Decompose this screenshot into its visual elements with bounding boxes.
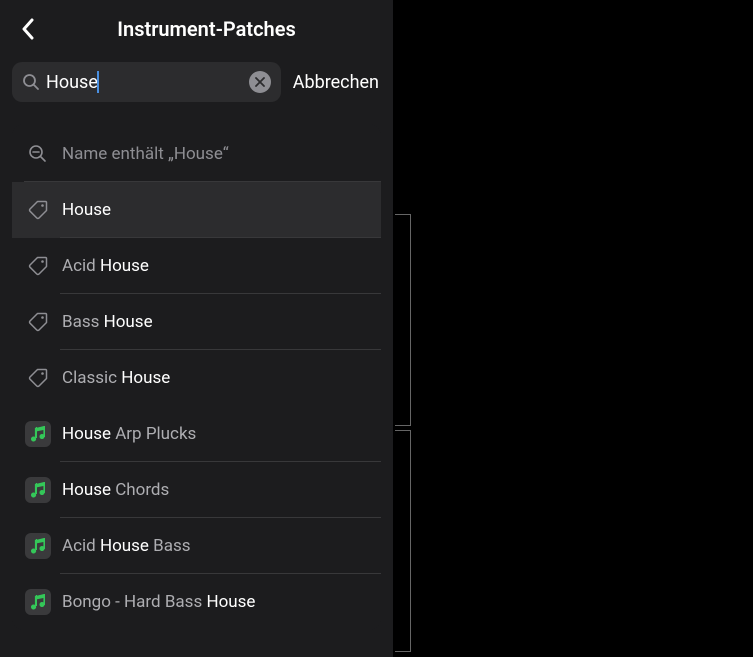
search-field-container[interactable]: House — [12, 62, 281, 102]
patch-result-item[interactable]: House Arp Plucks — [12, 406, 381, 462]
tag-icon — [24, 308, 52, 336]
results-list: Name enthält „House“ House Acid House — [12, 124, 381, 630]
search-input[interactable]: House — [46, 72, 98, 93]
results-container: Name enthält „House“ House Acid House — [0, 114, 393, 640]
music-patch-icon — [24, 588, 52, 616]
result-label: Classic House — [62, 368, 170, 388]
patch-result-item[interactable]: House Chords — [12, 462, 381, 518]
music-patch-icon — [24, 476, 52, 504]
tag-icon — [24, 196, 52, 224]
zoom-out-icon — [24, 140, 52, 168]
search-row: House Abbrechen — [0, 54, 393, 114]
result-label: Bass House — [62, 312, 153, 332]
tag-result-item[interactable]: House — [12, 182, 381, 238]
result-label: House Arp Plucks — [62, 424, 196, 444]
instrument-patches-panel: Instrument-Patches House Abbrechen — [0, 0, 393, 657]
tag-icon — [24, 252, 52, 280]
result-label: Acid House Bass — [62, 536, 191, 556]
page-title: Instrument-Patches — [28, 17, 385, 41]
cancel-button[interactable]: Abbrechen — [291, 68, 381, 97]
results-header-item: Name enthält „House“ — [12, 124, 381, 182]
bracket-tags — [395, 214, 411, 426]
results-header-label: Name enthält „House“ — [62, 144, 229, 164]
result-label: Bongo - Hard Bass House — [62, 592, 255, 612]
search-icon — [22, 73, 40, 91]
result-label: House — [62, 200, 111, 220]
tag-result-item[interactable]: Bass House — [12, 294, 381, 350]
music-patch-icon — [24, 532, 52, 560]
result-label: House Chords — [62, 480, 169, 500]
patch-result-item[interactable]: Acid House Bass — [12, 518, 381, 574]
tag-result-item[interactable]: Acid House — [12, 238, 381, 294]
panel-header: Instrument-Patches — [0, 0, 393, 54]
tag-icon — [24, 364, 52, 392]
close-icon — [255, 77, 265, 87]
music-patch-icon — [24, 420, 52, 448]
result-label: Acid House — [62, 256, 149, 276]
clear-search-button[interactable] — [249, 71, 271, 93]
patch-result-item[interactable]: Bongo - Hard Bass House — [12, 574, 381, 630]
bracket-patches — [395, 430, 411, 652]
tag-result-item[interactable]: Classic House — [12, 350, 381, 406]
text-cursor — [97, 71, 99, 93]
